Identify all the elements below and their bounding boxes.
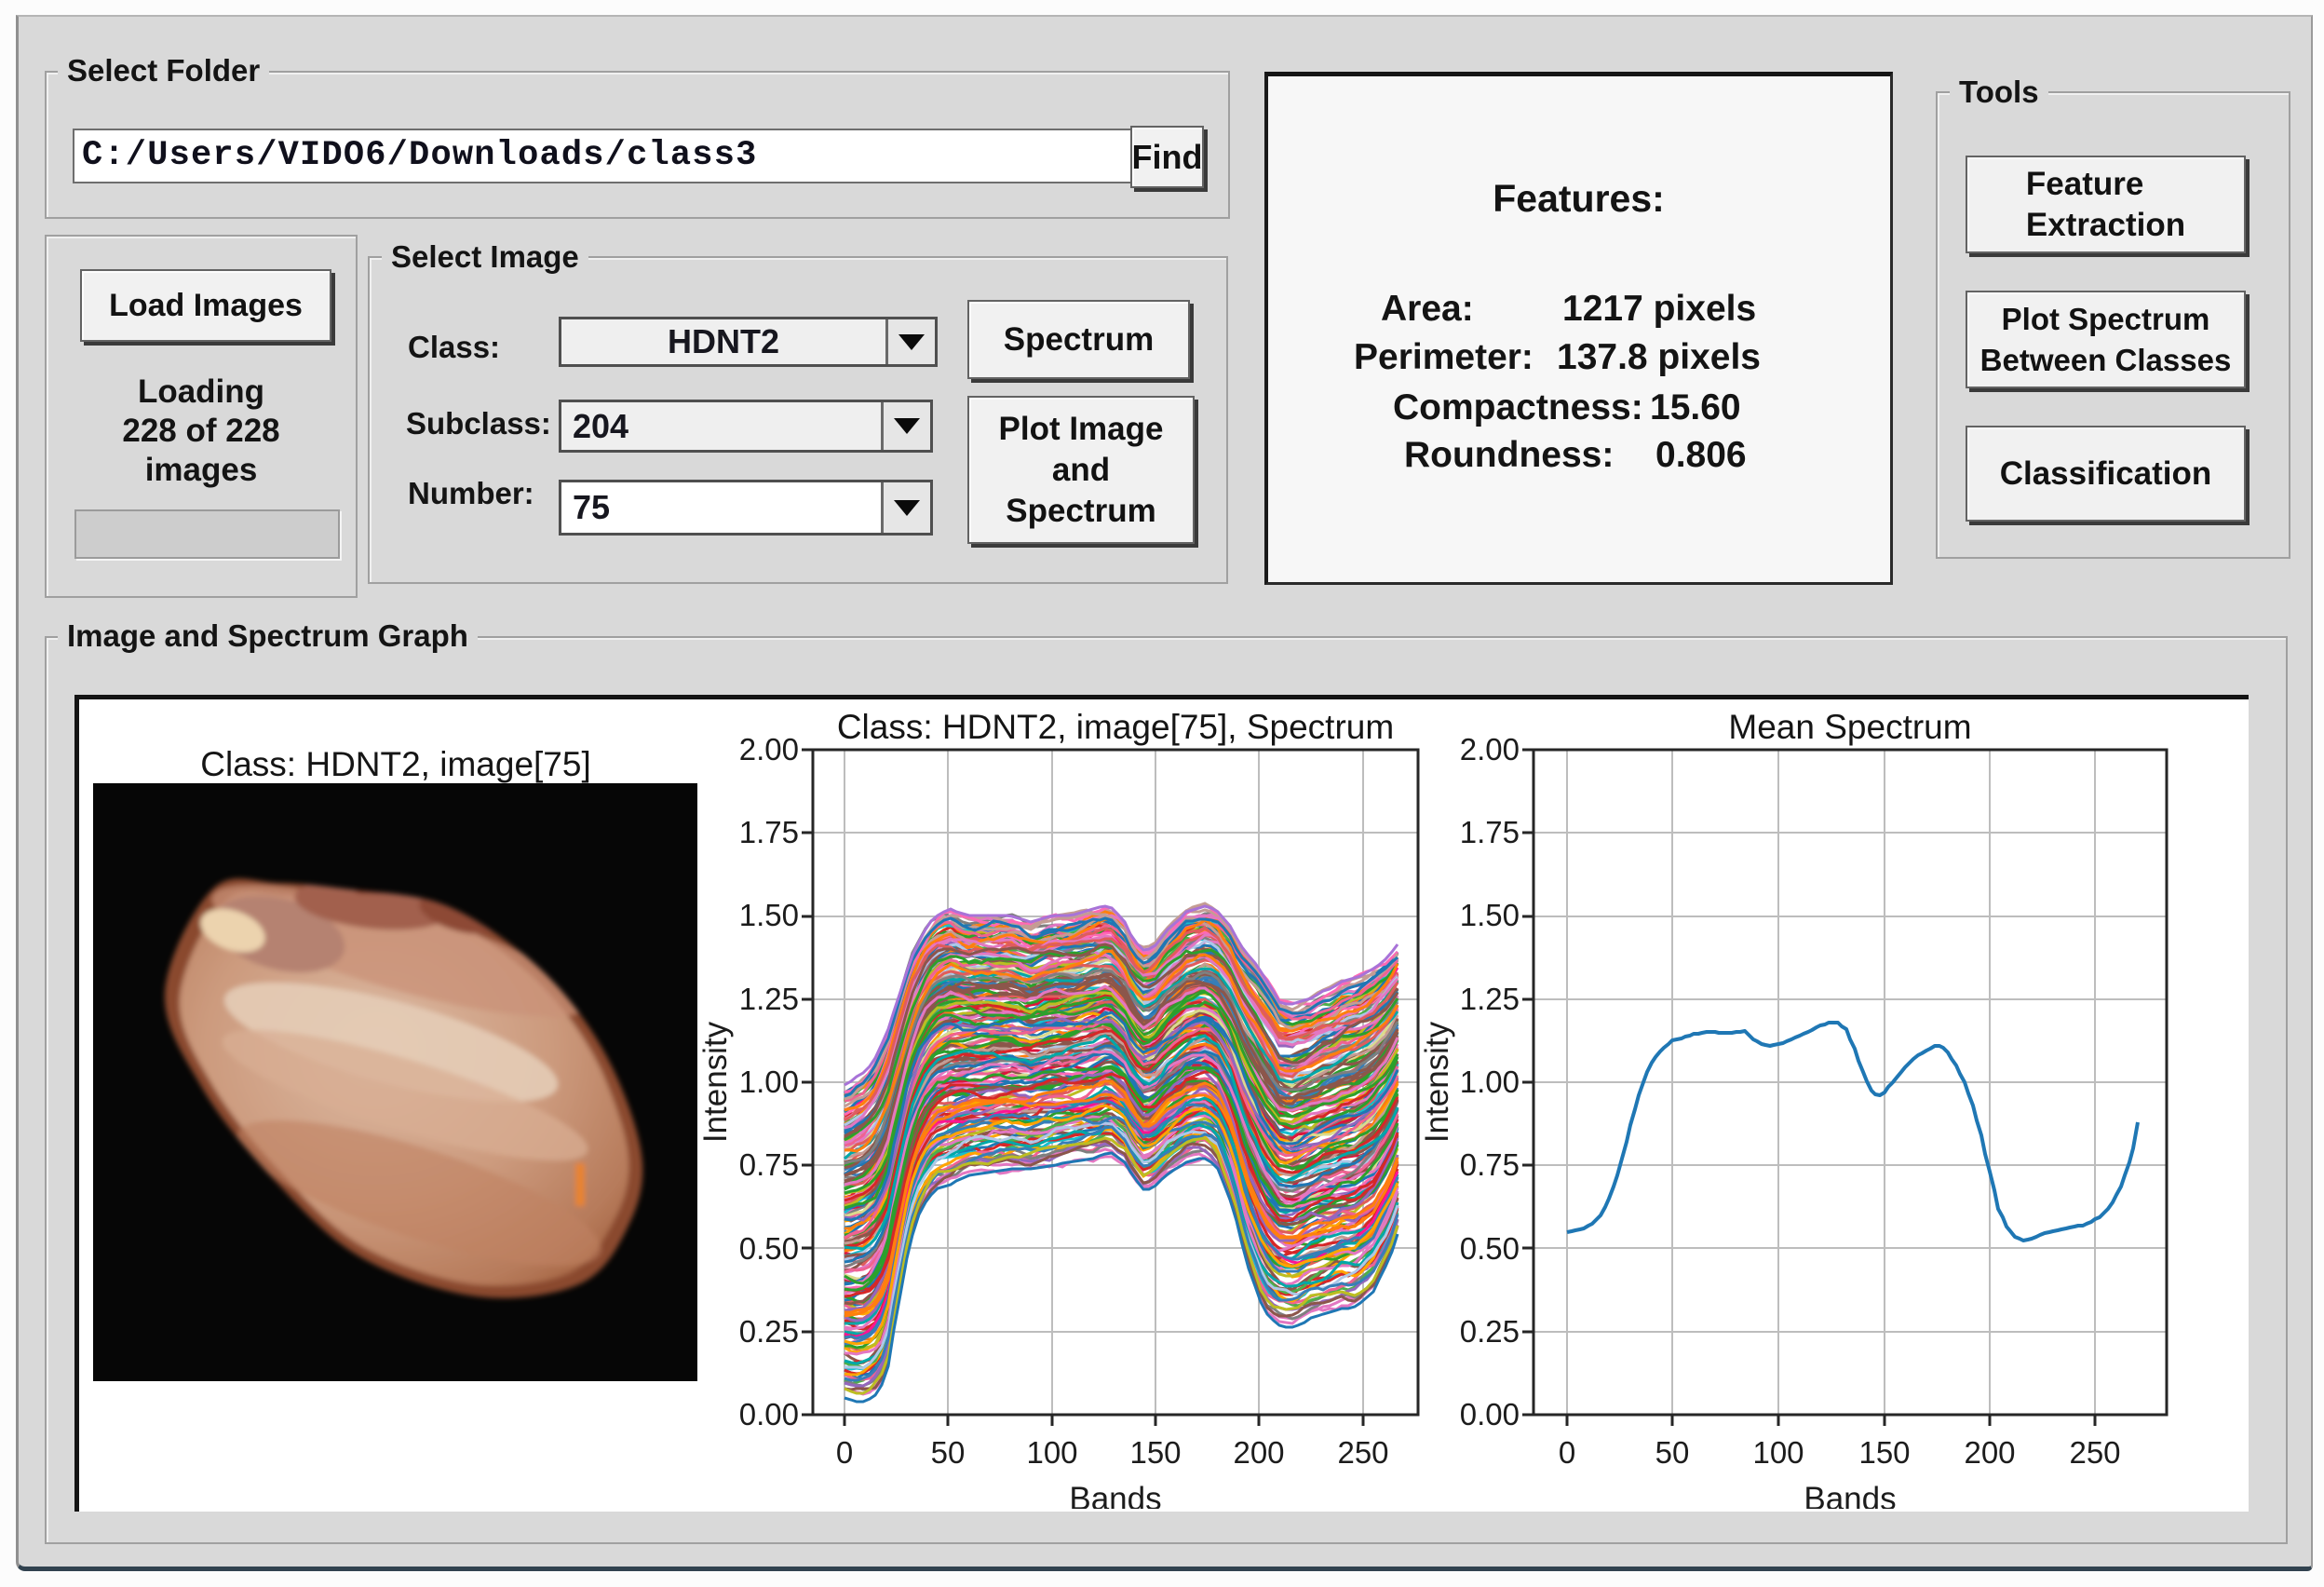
svg-text:250: 250 bbox=[2069, 1435, 2120, 1470]
svg-text:150: 150 bbox=[1858, 1435, 1910, 1470]
svg-text:1.50: 1.50 bbox=[739, 898, 799, 932]
svg-text:0.00: 0.00 bbox=[1460, 1397, 1520, 1431]
svg-text:0.25: 0.25 bbox=[1460, 1314, 1520, 1349]
svg-text:1.50: 1.50 bbox=[1460, 898, 1520, 932]
svg-text:2.00: 2.00 bbox=[1460, 732, 1520, 766]
svg-text:Bands: Bands bbox=[1804, 1481, 1896, 1509]
svg-text:Intensity: Intensity bbox=[698, 1021, 734, 1143]
svg-text:50: 50 bbox=[1655, 1435, 1690, 1470]
svg-text:0.50: 0.50 bbox=[739, 1231, 799, 1266]
svg-text:200: 200 bbox=[1964, 1435, 2015, 1470]
svg-text:0.00: 0.00 bbox=[739, 1397, 799, 1431]
svg-text:0.75: 0.75 bbox=[1460, 1147, 1520, 1182]
svg-text:200: 200 bbox=[1233, 1435, 1284, 1470]
svg-text:Bands: Bands bbox=[1069, 1481, 1161, 1509]
svg-text:Class: HDNT2, image[75], Spect: Class: HDNT2, image[75], Spectrum bbox=[837, 708, 1394, 746]
svg-text:0: 0 bbox=[836, 1435, 853, 1470]
svg-text:2.00: 2.00 bbox=[739, 732, 799, 766]
svg-text:1.75: 1.75 bbox=[739, 815, 799, 849]
svg-text:1.25: 1.25 bbox=[1460, 982, 1520, 1016]
svg-text:0.75: 0.75 bbox=[739, 1147, 799, 1182]
svg-text:0.25: 0.25 bbox=[739, 1314, 799, 1349]
svg-text:0.50: 0.50 bbox=[1460, 1231, 1520, 1266]
svg-text:Intensity: Intensity bbox=[1419, 1021, 1455, 1143]
svg-text:1.00: 1.00 bbox=[1460, 1065, 1520, 1099]
svg-text:Mean Spectrum: Mean Spectrum bbox=[1728, 708, 1971, 746]
svg-text:50: 50 bbox=[931, 1435, 966, 1470]
svg-text:150: 150 bbox=[1129, 1435, 1181, 1470]
svg-text:1.00: 1.00 bbox=[739, 1065, 799, 1099]
svg-text:100: 100 bbox=[1026, 1435, 1077, 1470]
svg-text:0: 0 bbox=[1559, 1435, 1575, 1470]
svg-text:100: 100 bbox=[1752, 1435, 1804, 1470]
svg-text:1.25: 1.25 bbox=[739, 982, 799, 1016]
svg-text:1.75: 1.75 bbox=[1460, 815, 1520, 849]
svg-text:250: 250 bbox=[1337, 1435, 1388, 1470]
